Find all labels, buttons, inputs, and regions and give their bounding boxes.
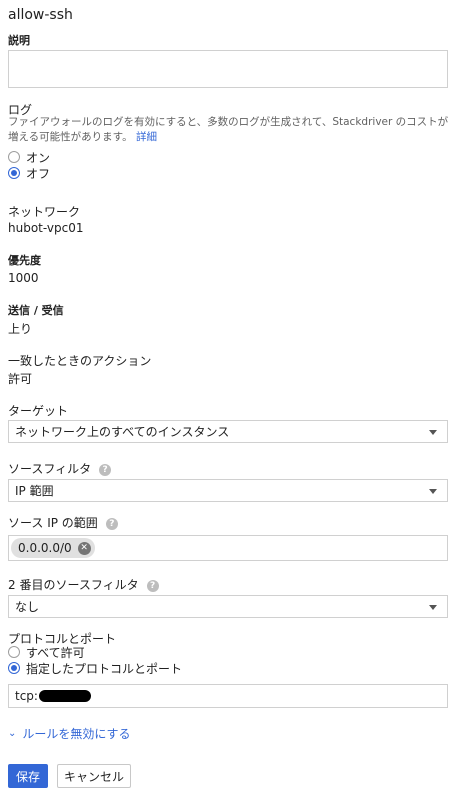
dropdown-arrow-icon [429, 605, 437, 610]
chevron-down-double-icon: ⌄ [8, 728, 17, 739]
radio-checked-icon [8, 662, 20, 674]
save-button[interactable]: 保存 [8, 764, 48, 788]
help-icon[interactable]: ? [99, 463, 112, 476]
logs-help-body: ファイアウォールのログを有効にすると、多数のログが生成されて、Stackdriv… [8, 116, 449, 143]
radio-icon [8, 646, 20, 658]
action-value: 許可 [8, 372, 33, 386]
protocols-ports-value: tcp: [15, 689, 38, 703]
logs-help-text: ファイアウォールのログを有効にすると、多数のログが生成されて、Stackdriv… [8, 115, 456, 145]
disable-rule-link-label: ルールを無効にする [22, 727, 131, 741]
logs-option-on[interactable]: オン [8, 149, 50, 165]
logs-option-on-label: オン [26, 150, 51, 165]
source-ip-label-row: ソース IP の範囲? [8, 514, 118, 531]
help-icon[interactable]: ? [105, 517, 118, 530]
logs-option-off[interactable]: オフ [8, 165, 50, 181]
description-field[interactable] [8, 50, 448, 88]
ip-range-chip: 0.0.0.0/0 ✕ [11, 538, 95, 558]
second-source-filter-label-row: 2 番目のソースフィルタ? [8, 576, 159, 593]
source-filter-label: ソースフィルタ [8, 462, 92, 476]
logs-option-off-label: オフ [26, 166, 51, 181]
dropdown-arrow-icon [429, 489, 437, 494]
source-filter-select[interactable]: IP 範囲 [8, 479, 448, 502]
action-label: 一致したときのアクション [8, 354, 152, 368]
chip-remove-icon[interactable]: ✕ [77, 541, 91, 555]
radio-checked-icon [8, 167, 20, 179]
priority-label: 優先度 [8, 254, 41, 267]
direction-value: 上り [8, 322, 33, 336]
source-filter-value: IP 範囲 [15, 484, 54, 498]
source-filter-label-row: ソースフィルタ? [8, 460, 112, 477]
direction-label: 送信 / 受信 [8, 304, 64, 317]
second-source-filter-select[interactable]: なし [8, 595, 448, 618]
second-source-filter-label: 2 番目のソースフィルタ [8, 578, 139, 592]
ip-range-chip-label: 0.0.0.0/0 [18, 541, 72, 555]
protocols-option-specified[interactable]: 指定したプロトコルとポート [8, 660, 182, 676]
protocols-option-allow-all-label: すべて許可 [26, 645, 85, 660]
description-label: 説明 [8, 34, 30, 47]
protocols-option-specified-label: 指定したプロトコルとポート [26, 661, 183, 676]
dropdown-arrow-icon [429, 430, 437, 435]
second-source-filter-value: なし [15, 600, 40, 614]
network-label: ネットワーク [8, 205, 81, 219]
protocols-option-allow-all[interactable]: すべて許可 [8, 644, 85, 660]
source-ip-label: ソース IP の範囲 [8, 516, 98, 530]
targets-select-value: ネットワーク上のすべてのインスタンス [15, 425, 230, 439]
radio-icon [8, 151, 20, 163]
disable-rule-link[interactable]: ⌄ ルールを無効にする [8, 725, 131, 742]
help-icon[interactable]: ? [146, 579, 159, 592]
targets-select[interactable]: ネットワーク上のすべてのインスタンス [8, 420, 448, 443]
protocols-ports-input[interactable]: tcp: [8, 684, 448, 708]
cancel-button[interactable]: キャンセル [57, 764, 131, 788]
source-ip-input[interactable]: 0.0.0.0/0 ✕ [8, 535, 448, 561]
network-value: hubot-vpc01 [8, 221, 84, 235]
redaction-mark [38, 690, 91, 702]
targets-label: ターゲット [8, 404, 69, 418]
priority-value: 1000 [8, 271, 39, 285]
page-title: allow-ssh [8, 7, 73, 23]
logs-details-link[interactable]: 詳細 [136, 131, 157, 143]
